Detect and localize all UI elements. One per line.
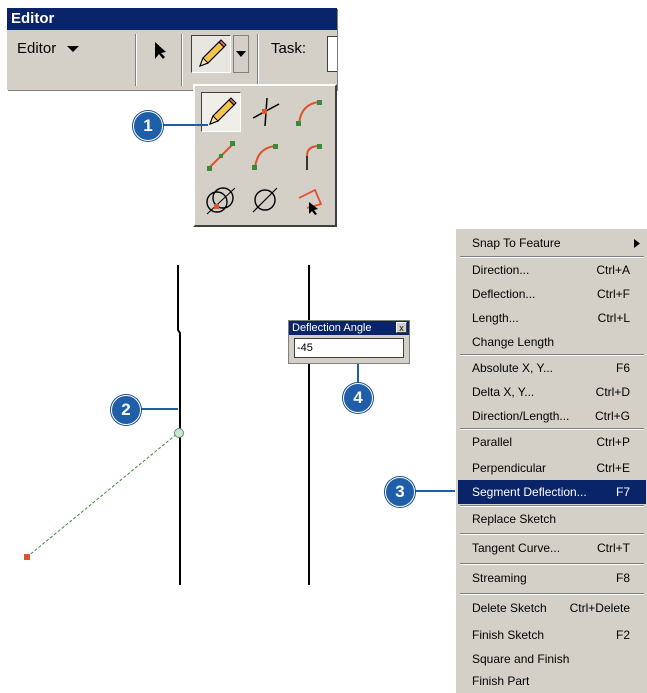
menu-item-delta-xy[interactable]: Delta X, Y... Ctrl+D <box>458 380 646 404</box>
menu-item-shortcut: F7 <box>615 485 630 499</box>
menu-item-label: Direction... <box>472 263 530 277</box>
menu-item-absolute-xy[interactable]: Absolute X, Y... F6 <box>458 356 646 380</box>
menu-item-shortcut: F8 <box>615 571 630 585</box>
submenu-arrow-icon <box>634 239 640 248</box>
menu-item-label: Parallel <box>472 435 513 449</box>
menu-item-direction[interactable]: Direction... Ctrl+A <box>458 258 646 282</box>
callout-leader-2 <box>140 408 178 410</box>
menu-item-finish-part[interactable]: Finish Part <box>458 669 646 693</box>
menu-item-direction-length[interactable]: Direction/Length... Ctrl+G <box>458 404 646 428</box>
menu-separator <box>460 593 644 595</box>
menu-item-perpendicular[interactable]: Perpendicular Ctrl+E <box>458 456 646 480</box>
callout-leader-1 <box>160 124 208 126</box>
menu-item-streaming[interactable]: Streaming F8 <box>458 566 646 590</box>
menu-item-square-and-finish[interactable]: Square and Finish <box>458 647 646 671</box>
menu-item-shortcut: Ctrl+T <box>597 541 630 555</box>
menu-item-snap-to-feature[interactable]: Snap To Feature <box>458 231 646 255</box>
menu-item-label: Square and Finish <box>472 652 570 666</box>
menu-item-tangent-curve[interactable]: Tangent Curve... Ctrl+T <box>458 536 646 560</box>
menu-item-delete-sketch[interactable]: Delete Sketch Ctrl+Delete <box>458 596 646 620</box>
menu-item-shortcut: Ctrl+A <box>596 263 630 277</box>
sketch-segment <box>26 432 179 558</box>
menu-item-shortcut: Ctrl+F <box>597 287 630 301</box>
menu-item-shortcut: Ctrl+L <box>597 311 630 325</box>
menu-item-label: Snap To Feature <box>472 236 561 250</box>
menu-item-finish-sketch[interactable]: Finish Sketch F2 <box>458 623 646 647</box>
callout-leader-3 <box>410 490 458 492</box>
menu-item-label: Delete Sketch <box>472 601 547 615</box>
menu-item-label: Finish Sketch <box>472 628 545 642</box>
deflection-angle-input[interactable]: -45 <box>294 338 404 358</box>
menu-item-label: Streaming <box>472 571 527 585</box>
road-line-left <box>177 265 181 585</box>
menu-item-shortcut: F6 <box>615 361 630 375</box>
menu-item-change-length[interactable]: Change Length <box>458 330 646 354</box>
menu-item-deflection[interactable]: Deflection... Ctrl+F <box>458 282 646 306</box>
sketch-context-menu: Snap To Feature Direction... Ctrl+A Defle… <box>455 228 647 693</box>
dialog-title: Deflection Angle <box>292 322 372 334</box>
menu-item-length[interactable]: Length... Ctrl+L <box>458 306 646 330</box>
menu-item-label: Replace Sketch <box>472 512 557 526</box>
sketch-start-vertex <box>24 554 30 560</box>
menu-item-label: Perpendicular <box>472 461 547 475</box>
menu-item-shortcut: Ctrl+P <box>596 435 630 449</box>
menu-item-segment-deflection[interactable]: Segment Deflection... F7 <box>458 480 646 504</box>
menu-separator <box>460 533 644 535</box>
menu-item-label: Absolute X, Y... <box>472 361 553 375</box>
dialog-title-bar: Deflection Angle x <box>289 321 409 335</box>
menu-item-label: Direction/Length... <box>472 409 570 423</box>
menu-item-shortcut: F2 <box>615 628 630 642</box>
snap-point <box>174 428 184 438</box>
menu-item-label: Finish Part <box>472 674 530 688</box>
callout-2: 2 <box>111 395 141 425</box>
deflection-angle-dialog: Deflection Angle x -45 <box>288 320 410 364</box>
menu-item-label: Change Length <box>472 335 555 349</box>
menu-item-label: Delta X, Y... <box>472 385 535 399</box>
callout-3: 3 <box>385 477 415 507</box>
menu-item-label: Segment Deflection... <box>472 485 587 499</box>
menu-item-label: Tangent Curve... <box>472 541 561 555</box>
menu-item-label: Length... <box>472 311 519 325</box>
menu-item-shortcut: Ctrl+Delete <box>569 601 630 615</box>
callout-1: 1 <box>133 111 163 141</box>
menu-item-shortcut: Ctrl+E <box>596 461 630 475</box>
menu-item-shortcut: Ctrl+D <box>595 385 630 399</box>
callout-4: 4 <box>343 383 373 413</box>
menu-item-shortcut: Ctrl+G <box>594 409 630 423</box>
menu-item-parallel[interactable]: Parallel Ctrl+P <box>458 430 646 454</box>
menu-item-label: Deflection... <box>472 287 536 301</box>
menu-item-replace-sketch[interactable]: Replace Sketch <box>458 507 646 531</box>
close-icon[interactable]: x <box>396 322 407 333</box>
menu-separator <box>460 563 644 565</box>
